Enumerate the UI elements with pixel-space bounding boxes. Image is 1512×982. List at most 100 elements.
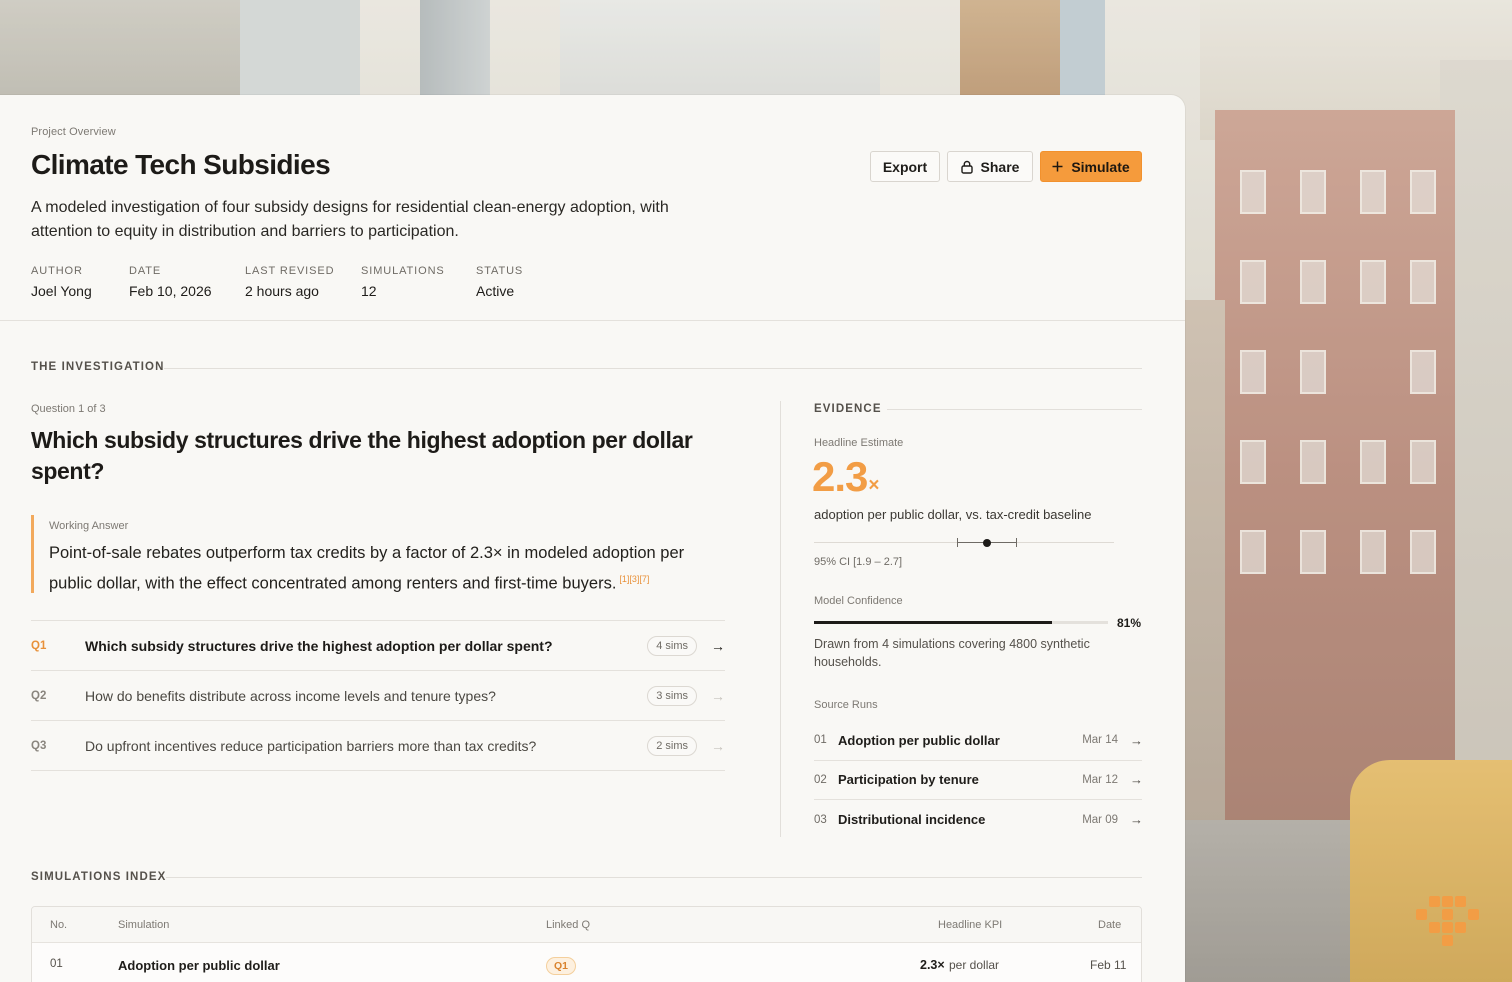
source-run-row[interactable]: 02 Participation by tenure Mar 12 → — [814, 761, 1143, 800]
question-id: Q1 — [31, 639, 47, 652]
simulations-table: No. Simulation Linked Q Headline KPI Dat… — [31, 906, 1142, 982]
working-answer-text: Point-of-sale rebates outperform tax cre… — [49, 540, 731, 597]
run-date: Mar 09 — [1082, 813, 1118, 826]
section-divider — [166, 877, 1142, 878]
meta-value: Feb 10, 2026 — [129, 283, 212, 299]
ci-upper-tick — [1016, 538, 1017, 547]
question-text: Which subsidy structures drive the highe… — [85, 637, 553, 654]
run-number: 03 — [814, 813, 827, 826]
headline-estimate-label: Headline Estimate — [814, 437, 904, 449]
question-count: Question 1 of 3 — [31, 403, 106, 415]
col-no[interactable]: No. — [50, 919, 67, 931]
share-button[interactable]: Share — [947, 151, 1033, 182]
question-list: Q1 Which subsidy structures drive the hi… — [31, 620, 725, 771]
row-simulation: Adoption per public dollar — [118, 958, 280, 973]
model-confidence-note: Drawn from 4 simulations covering 4800 s… — [814, 637, 1090, 669]
meta-key: AUTHOR — [31, 265, 83, 277]
meta-value: Active — [476, 283, 515, 299]
linked-question-badge[interactable]: Q1 — [546, 957, 577, 975]
meta-last-revised: LAST REVISED 2 hours ago — [245, 265, 334, 299]
project-description: A modeled investigation of four subsidy … — [31, 199, 669, 240]
question-text: Do upfront incentives reduce participati… — [85, 737, 537, 754]
arrow-right-icon: → — [1130, 732, 1143, 748]
arrow-right-icon: → — [1130, 772, 1143, 788]
meta-key: STATUS — [476, 265, 524, 277]
question-row-q1[interactable]: Q1 Which subsidy structures drive the hi… — [31, 621, 725, 671]
meta-key: DATE — [129, 265, 162, 277]
headline-number: 2.3 — [812, 453, 868, 500]
simulations-index-label: SIMULATIONS INDEX — [31, 871, 167, 883]
run-date: Mar 12 — [1082, 773, 1118, 786]
sims-count-badge: 2 sims — [647, 735, 697, 756]
page-eyebrow: Project Overview — [31, 126, 116, 138]
meta-date: DATE Feb 10, 2026 — [129, 265, 212, 299]
question-text: How do benefits distribute across income… — [85, 687, 496, 704]
run-number: 01 — [814, 734, 827, 747]
share-label: Share — [980, 158, 1020, 175]
row-kpi-unit: per dollar — [949, 958, 1000, 972]
current-question: Which subsidy structures drive the highe… — [31, 427, 693, 484]
plus-icon — [1052, 161, 1063, 172]
evidence-section-label: EVIDENCE — [814, 403, 882, 415]
brand-logo — [1416, 896, 1480, 948]
row-kpi-value: 2.3× — [920, 958, 945, 972]
run-title: Adoption per public dollar — [838, 732, 1000, 748]
question-id: Q3 — [31, 739, 47, 752]
meta-key: LAST REVISED — [245, 265, 335, 277]
source-runs-list: 01 Adoption per public dollar Mar 14 → 0… — [814, 721, 1143, 840]
meta-value: 2 hours ago — [245, 283, 319, 299]
row-date: Feb 11 — [1090, 958, 1127, 972]
project-header: Project Overview Climate Tech Subsidies … — [0, 95, 1185, 321]
model-confidence-bar — [814, 621, 1108, 624]
column-divider — [780, 401, 781, 837]
project-overview-panel: Project Overview Climate Tech Subsidies … — [0, 95, 1185, 982]
meta-value: 12 — [361, 283, 377, 299]
point-estimate-marker — [983, 539, 991, 547]
confidence-interval-text: 95% CI [1.9 – 2.7] — [814, 556, 903, 568]
headline-unit: × — [868, 475, 879, 496]
model-confidence-fill — [814, 621, 1053, 624]
table-header: No. Simulation Linked Q Headline KPI Dat… — [32, 907, 1141, 943]
evidence-divider — [887, 409, 1142, 410]
question-id: Q2 — [31, 689, 47, 702]
source-run-row[interactable]: 03 Distributional incidence Mar 09 → — [814, 800, 1143, 840]
simulate-button[interactable]: Simulate — [1040, 151, 1142, 182]
arrow-right-icon: → — [711, 687, 725, 704]
run-number: 02 — [814, 773, 827, 786]
source-runs-label: Source Runs — [814, 699, 878, 711]
run-title: Distributional incidence — [838, 812, 986, 828]
col-headline-kpi[interactable]: Headline KPI — [938, 919, 1002, 931]
arrow-right-icon: → — [711, 737, 725, 754]
working-answer-label: Working Answer — [49, 520, 129, 532]
col-simulation[interactable]: Simulation — [118, 919, 169, 931]
run-title: Participation by tenure — [838, 772, 979, 788]
question-row-q2[interactable]: Q2 How do benefits distribute across inc… — [31, 671, 725, 721]
arrow-right-icon: → — [711, 637, 725, 654]
headline-description: adoption per public dollar, vs. tax-cred… — [814, 507, 1092, 522]
col-date[interactable]: Date — [1098, 919, 1121, 931]
col-linked-q[interactable]: Linked Q — [546, 919, 590, 931]
sims-count-badge: 4 sims — [647, 635, 697, 656]
page-title: Climate Tech Subsidies — [31, 149, 331, 180]
section-divider — [164, 368, 1142, 369]
meta-simulations: SIMULATIONS 12 — [361, 265, 445, 299]
source-run-row[interactable]: 01 Adoption per public dollar Mar 14 → — [814, 721, 1143, 761]
investigation-section-label: THE INVESTIGATION — [31, 361, 165, 373]
model-confidence-label: Model Confidence — [814, 595, 903, 607]
simulate-label: Simulate — [1071, 158, 1130, 175]
table-row[interactable]: 01 Adoption per public dollar Q1 2.3× pe… — [32, 943, 1141, 982]
export-button[interactable]: Export — [870, 151, 940, 182]
model-confidence-value: 81% — [1117, 616, 1142, 630]
citation-links[interactable]: [1][3][7] — [619, 574, 649, 584]
meta-key: SIMULATIONS — [361, 265, 445, 277]
meta-status: STATUS Active — [476, 265, 523, 299]
meta-value: Joel Yong — [31, 283, 92, 299]
working-answer-body: Point-of-sale rebates outperform tax cre… — [49, 544, 685, 593]
sims-count-badge: 3 sims — [647, 685, 697, 706]
question-row-q3[interactable]: Q3 Do upfront incentives reduce particip… — [31, 721, 725, 771]
ci-lower-tick — [957, 538, 958, 547]
row-no: 01 — [50, 958, 63, 970]
run-date: Mar 14 — [1082, 734, 1118, 747]
meta-author: AUTHOR Joel Yong — [31, 265, 92, 299]
headline-estimate-value: 2.3× — [812, 453, 880, 501]
